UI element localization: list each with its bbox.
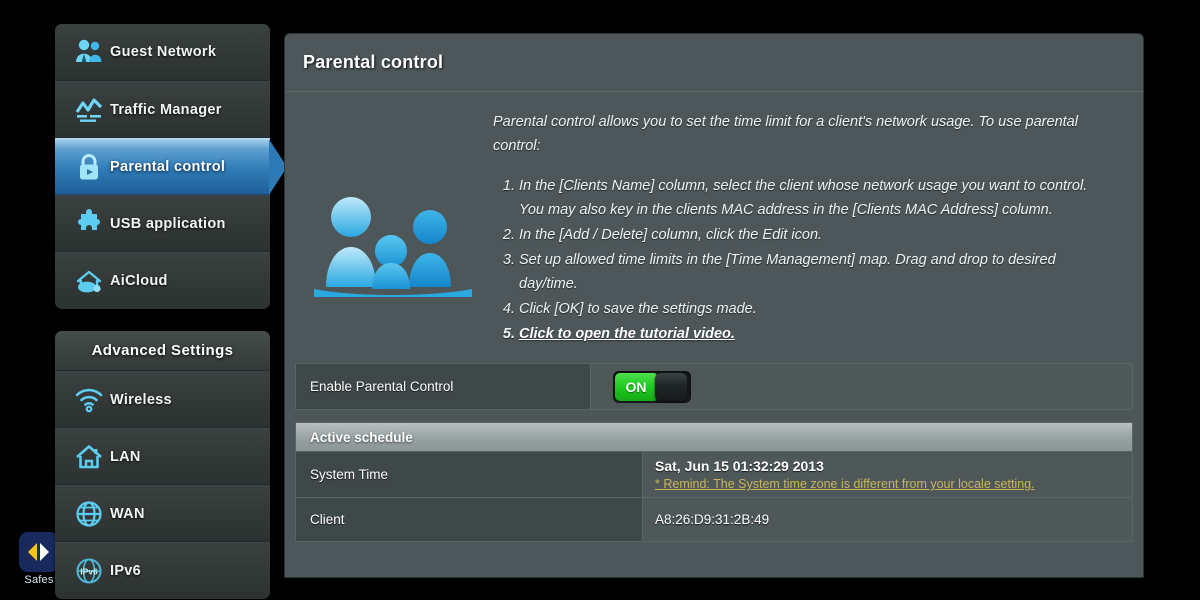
safes-app-icon — [19, 532, 59, 572]
ipv6-globe-icon: IPv6 — [68, 556, 110, 586]
sidebar-item-label: Traffic Manager — [110, 101, 222, 118]
sidebar-item-aicloud[interactable]: AiCloud — [55, 252, 270, 309]
family-illustration — [293, 110, 493, 347]
intro-step: Click [OK] to save the settings made. — [519, 297, 1109, 321]
sidebar: Guest Network Traffic Manager Parental c… — [55, 24, 270, 599]
page-title: Parental control — [285, 34, 1143, 92]
intro-text: Parental control allows you to set the t… — [493, 110, 1123, 347]
advanced-settings-header: Advanced Settings — [55, 331, 270, 371]
sidebar-advanced-settings: Advanced Settings Wireless LAN WAN IPv6 … — [55, 331, 270, 599]
wireless-wifi-icon — [68, 387, 110, 413]
row-label-system-time: System Time — [296, 452, 643, 497]
sidebar-item-traffic-manager[interactable]: Traffic Manager — [55, 81, 270, 138]
sidebar-item-guest-network[interactable]: Guest Network — [55, 24, 270, 81]
sidebar-item-parental-control[interactable]: Parental control — [55, 138, 270, 195]
enable-parental-control-row: Enable Parental Control ON — [295, 363, 1133, 410]
tutorial-video-link[interactable]: Click to open the tutorial video. — [519, 326, 735, 342]
enable-parental-control-label: Enable Parental Control — [296, 364, 591, 409]
aicloud-icon — [68, 267, 110, 295]
toggle-knob[interactable] — [655, 372, 687, 401]
active-schedule-table: Active schedule System Time Sat, Jun 15 … — [295, 422, 1133, 542]
page-title-text: Parental control — [303, 52, 444, 72]
sidebar-item-label: USB application — [110, 215, 226, 232]
sidebar-item-label: WAN — [110, 505, 145, 522]
intro-step: In the [Clients Name] column, select the… — [519, 174, 1109, 222]
sidebar-item-label: Parental control — [110, 158, 226, 175]
parental-control-lock-icon — [68, 152, 110, 182]
intro-step: Set up allowed time limits in the [Time … — [519, 248, 1109, 296]
sidebar-item-wan[interactable]: WAN — [55, 485, 270, 542]
advanced-settings-label: Advanced Settings — [91, 342, 234, 359]
guest-network-icon — [68, 38, 110, 66]
active-schedule-header-label: Active schedule — [310, 429, 413, 445]
timezone-remind-link[interactable]: * Remind: The System time zone is differ… — [655, 477, 1122, 491]
active-schedule-header: Active schedule — [296, 423, 1132, 451]
intro-step: In the [Add / Delete] column, click the … — [519, 223, 1109, 247]
wan-globe-icon — [68, 499, 110, 529]
intro-step-tutorial[interactable]: Click to open the tutorial video. — [519, 322, 1109, 346]
sidebar-top-menu: Guest Network Traffic Manager Parental c… — [55, 24, 270, 309]
usb-application-puzzle-icon — [68, 208, 110, 239]
sidebar-item-label: Wireless — [110, 391, 172, 408]
table-row: Client A8:26:D9:31:2B:49 — [296, 497, 1132, 541]
intro-lead: Parental control allows you to set the t… — [493, 114, 1078, 154]
main-panel: Parental control Parental control allows… — [285, 34, 1143, 577]
sidebar-item-ipv6[interactable]: IPv6 IPv6 — [55, 542, 270, 599]
row-label-client: Client — [296, 498, 643, 541]
toggle-on-label: ON — [615, 372, 657, 401]
parental-control-toggle[interactable]: ON — [613, 370, 691, 403]
sidebar-item-label: LAN — [110, 448, 141, 465]
svg-text:IPv6: IPv6 — [80, 567, 98, 577]
enable-parental-control-control: ON — [591, 364, 1132, 409]
lan-home-icon — [68, 443, 110, 471]
table-row: System Time Sat, Jun 15 01:32:29 2013 * … — [296, 451, 1132, 497]
sidebar-item-label: Guest Network — [110, 44, 217, 60]
intro-steps-list: In the [Clients Name] column, select the… — [493, 174, 1109, 346]
sidebar-item-lan[interactable]: LAN — [55, 428, 270, 485]
sidebar-item-label: IPv6 — [110, 563, 142, 579]
row-value-client: A8:26:D9:31:2B:49 — [643, 498, 1132, 541]
system-time-value: Sat, Jun 15 01:32:29 2013 — [655, 458, 824, 474]
sidebar-item-usb-application[interactable]: USB application — [55, 195, 270, 252]
client-mac-value: A8:26:D9:31:2B:49 — [655, 512, 770, 527]
row-value-system-time: Sat, Jun 15 01:32:29 2013 * Remind: The … — [643, 452, 1132, 497]
sidebar-item-label: AiCloud — [110, 273, 168, 289]
screen: Safes Guest Network Traffic Manager Pare… — [0, 0, 1200, 600]
sidebar-item-wireless[interactable]: Wireless — [55, 371, 270, 428]
intro-section: Parental control allows you to set the t… — [285, 92, 1143, 353]
traffic-manager-icon — [68, 96, 110, 124]
